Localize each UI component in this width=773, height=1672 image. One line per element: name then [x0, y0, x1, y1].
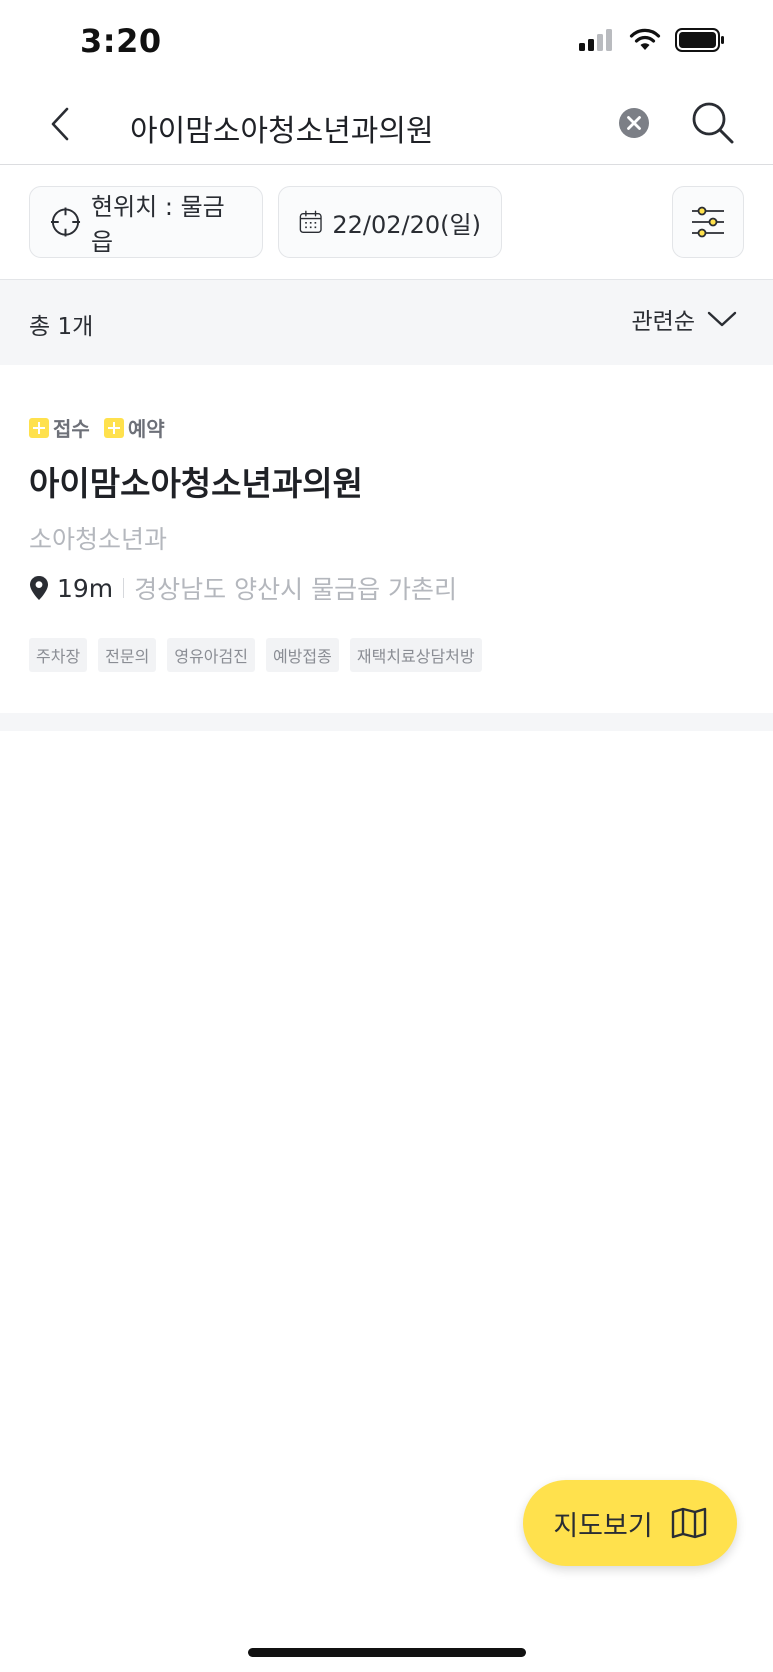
map-view-label: 지도보기	[553, 1510, 653, 1542]
status-bar: 3:20	[0, 0, 773, 88]
search-button[interactable]	[690, 100, 736, 146]
divider	[123, 578, 125, 598]
wifi-icon	[629, 28, 661, 50]
hospital-tags: 주차장 전문의 영유아검진 예방접종 재택치료상담처방	[29, 638, 482, 672]
badge-reception: 접수	[29, 413, 90, 442]
hospital-department: 소아청소년과	[29, 525, 168, 554]
sort-label: 관련순	[631, 309, 695, 335]
status-time: 3:20	[80, 22, 162, 60]
plus-icon	[103, 417, 124, 438]
distance: 19m	[57, 573, 114, 603]
date-filter-label: 22/02/20(일)	[332, 210, 481, 239]
filter-settings-button[interactable]	[672, 186, 744, 258]
hospital-location: 19m 경상남도 양산시 물금읍 가촌리	[29, 570, 457, 606]
list-separator	[0, 713, 773, 731]
filter-bar: 현위치 : 물금읍 22/02/20(일)	[0, 166, 773, 279]
chevron-down-icon	[707, 311, 737, 327]
clear-search-button[interactable]	[618, 107, 650, 139]
result-summary-bar: 총 1개 관련순	[0, 279, 773, 365]
sliders-icon	[692, 206, 724, 238]
status-icons	[579, 28, 725, 52]
chevron-left-icon	[51, 107, 69, 141]
close-circle-icon	[619, 108, 649, 138]
location-filter-label: 현위치 : 물금읍	[91, 193, 225, 256]
service-badges: 접수 예약	[29, 413, 165, 442]
back-button[interactable]	[38, 102, 82, 146]
battery-icon	[675, 28, 724, 52]
tag: 주차장	[29, 638, 88, 672]
home-indicator	[248, 1648, 526, 1657]
map-pin-icon	[30, 576, 48, 600]
search-input[interactable]: 아이맘소아청소년과의원	[130, 106, 600, 150]
badge-label: 접수	[53, 417, 90, 441]
hospital-card[interactable]: 접수 예약 아이맘소아청소년과의원 소아청소년과 19m 경상남도 양산시 물금…	[0, 365, 773, 713]
sort-dropdown[interactable]: 관련순	[632, 302, 737, 336]
date-filter-chip[interactable]: 22/02/20(일)	[278, 186, 502, 258]
signal-icon	[579, 29, 612, 51]
map-icon	[671, 1507, 706, 1539]
address: 경상남도 양산시 물금읍 가촌리	[134, 575, 458, 604]
tag: 전문의	[98, 638, 157, 672]
badge-label: 예약	[127, 417, 165, 441]
tag: 재택치료상담처방	[349, 638, 482, 672]
badge-reservation: 예약	[103, 413, 165, 442]
result-count: 총 1개	[29, 314, 94, 340]
map-view-button[interactable]: 지도보기	[523, 1480, 737, 1566]
search-icon	[692, 102, 734, 144]
tag: 예방접종	[265, 638, 339, 672]
search-header: 아이맘소아청소년과의원	[0, 88, 773, 165]
location-filter-chip[interactable]: 현위치 : 물금읍	[29, 186, 263, 258]
calendar-icon	[299, 210, 322, 234]
crosshair-icon	[50, 207, 81, 237]
hospital-name: 아이맘소아청소년과의원	[29, 464, 363, 503]
plus-icon	[29, 417, 49, 438]
tag: 영유아검진	[167, 638, 255, 672]
